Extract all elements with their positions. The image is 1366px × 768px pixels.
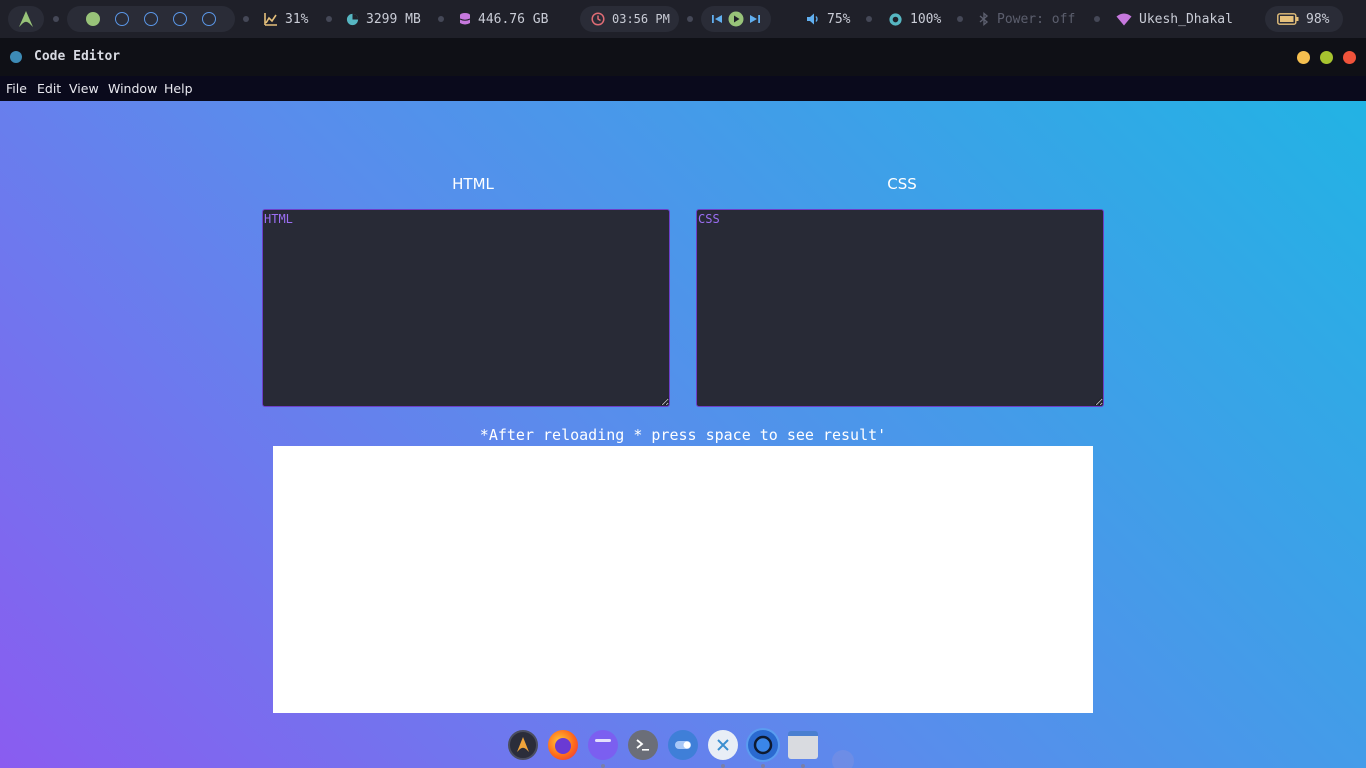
separator bbox=[1094, 16, 1100, 22]
close-button[interactable] bbox=[1343, 51, 1356, 64]
disk-widget: 446.76 GB bbox=[459, 0, 548, 38]
bluetooth-status: Power: off bbox=[997, 11, 1076, 27]
chart-icon bbox=[264, 13, 277, 26]
menu-view[interactable]: View bbox=[69, 76, 99, 101]
clock-value: 03:56 PM bbox=[612, 12, 670, 26]
brightness-value: 100% bbox=[910, 11, 942, 27]
brightness-icon bbox=[889, 12, 902, 26]
separator bbox=[957, 16, 963, 22]
disk-value: 446.76 GB bbox=[478, 11, 549, 27]
html-heading: HTML bbox=[452, 175, 494, 193]
top-status-bar: 31% 3299 MB 446.76 GB 03:56 PM 75% 100% … bbox=[0, 0, 1366, 38]
maximize-button[interactable] bbox=[1320, 51, 1333, 64]
previous-icon[interactable] bbox=[711, 13, 723, 25]
battery-value: 98% bbox=[1306, 11, 1330, 27]
separator bbox=[687, 16, 693, 22]
folder-icon[interactable] bbox=[588, 730, 618, 760]
memory-value: 3299 MB bbox=[366, 11, 421, 27]
battery-widget: 98% bbox=[1277, 0, 1329, 38]
volume-icon bbox=[807, 13, 818, 25]
css-input[interactable] bbox=[696, 209, 1104, 407]
menu-bar: File Edit View Window Help bbox=[0, 76, 1366, 101]
workspace-2[interactable] bbox=[115, 12, 129, 26]
running-indicator bbox=[721, 764, 725, 768]
wifi-widget[interactable]: Ukesh_Dhakal bbox=[1116, 0, 1233, 38]
clock-widget[interactable]: 03:56 PM bbox=[591, 0, 670, 38]
terminal-icon[interactable] bbox=[628, 730, 658, 760]
separator bbox=[53, 16, 59, 22]
separator bbox=[438, 16, 444, 22]
launcher-pill[interactable] bbox=[8, 6, 44, 32]
workspace-5[interactable] bbox=[202, 12, 216, 26]
window-icon[interactable] bbox=[788, 731, 818, 759]
html-input[interactable] bbox=[262, 209, 670, 407]
arch-launcher-icon[interactable] bbox=[508, 730, 538, 760]
running-indicator bbox=[761, 764, 765, 768]
cpu-widget: 31% bbox=[264, 0, 308, 38]
app-icon bbox=[10, 51, 22, 63]
clock-icon bbox=[591, 12, 605, 26]
brightness-widget[interactable]: 100% bbox=[888, 0, 941, 38]
arch-icon bbox=[19, 11, 33, 27]
window-titlebar[interactable]: Code Editor bbox=[0, 38, 1366, 76]
separator bbox=[326, 16, 332, 22]
play-icon[interactable] bbox=[728, 11, 744, 27]
next-icon[interactable] bbox=[749, 13, 761, 25]
chromium-icon[interactable] bbox=[748, 730, 778, 760]
separator bbox=[243, 16, 249, 22]
wifi-icon bbox=[1116, 13, 1132, 25]
running-indicator bbox=[801, 764, 805, 768]
memory-widget: 3299 MB bbox=[346, 0, 421, 38]
database-icon bbox=[459, 13, 471, 25]
workspace-3[interactable] bbox=[144, 12, 158, 26]
menu-window[interactable]: Window bbox=[108, 76, 157, 101]
bluetooth-widget[interactable]: Power: off bbox=[978, 0, 1075, 38]
volume-value: 75% bbox=[827, 11, 851, 27]
pie-icon bbox=[346, 13, 359, 25]
menu-file[interactable]: File bbox=[6, 76, 27, 101]
wifi-network: Ukesh_Dhakal bbox=[1139, 11, 1233, 27]
volume-widget[interactable]: 75% bbox=[806, 0, 850, 38]
separator bbox=[866, 16, 872, 22]
reload-hint: *After reloading * press space to see re… bbox=[479, 426, 887, 444]
firefox-icon[interactable] bbox=[548, 730, 578, 760]
dock-placeholder-icon bbox=[832, 750, 854, 768]
result-preview[interactable] bbox=[273, 446, 1093, 713]
battery-icon bbox=[1277, 13, 1299, 25]
editor-page: HTML CSS *After reloading * press space … bbox=[0, 101, 1366, 768]
bluetooth-icon bbox=[979, 12, 989, 26]
menu-edit[interactable]: Edit bbox=[37, 76, 61, 101]
window-title: Code Editor bbox=[34, 49, 121, 64]
toggle-icon[interactable] bbox=[668, 730, 698, 760]
cpu-value: 31% bbox=[285, 11, 309, 27]
workspace-1[interactable] bbox=[86, 12, 100, 26]
workspace-4[interactable] bbox=[173, 12, 187, 26]
running-indicator bbox=[601, 764, 605, 768]
editor-icon[interactable] bbox=[708, 730, 738, 760]
css-heading: CSS bbox=[887, 175, 917, 193]
menu-help[interactable]: Help bbox=[164, 76, 193, 101]
minimize-button[interactable] bbox=[1297, 51, 1310, 64]
